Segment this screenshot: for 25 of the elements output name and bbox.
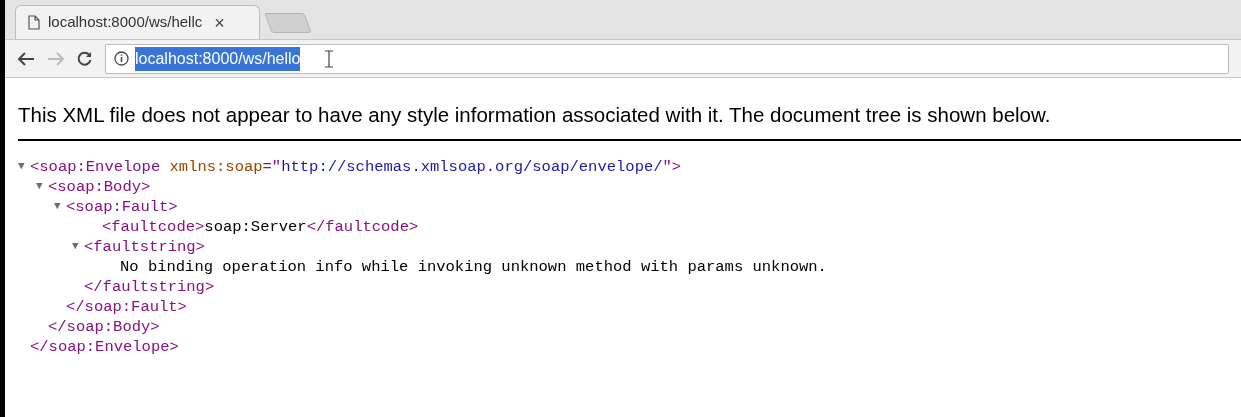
xml-tag-line: <soap:Fault> — [66, 196, 178, 217]
xml-tag-line: <soap:Body> — [48, 176, 151, 197]
collapse-toggle[interactable]: ▼ — [54, 201, 66, 213]
xml-tag-line: </soap:Body> — [48, 316, 160, 337]
xml-tag-line: </faultstring> — [84, 276, 215, 297]
collapse-toggle[interactable]: ▼ — [36, 181, 48, 193]
xml-tag-line: </soap:Fault> — [66, 296, 187, 317]
xml-tag-line: <soap:Envelope xmlns:soap="http://schemas.xmlsoap.org/soap/envelope/"> — [30, 156, 682, 177]
text-cursor-icon — [324, 49, 335, 68]
tab-title: localhost:8000/ws/hellc — [48, 12, 203, 33]
collapse-toggle[interactable]: ▼ — [72, 241, 84, 253]
text-content: No binding operation info while invoking unknown method with params unknown. — [120, 256, 827, 277]
collapse-toggle[interactable]: ▼ — [18, 161, 30, 173]
url-text: localhost:8000/ws/hello — [135, 46, 301, 71]
reload-icon[interactable] — [77, 50, 93, 67]
page-icon — [28, 15, 40, 30]
xml-tag-line: <faultcode>soap:Server</faultcode> — [102, 216, 419, 237]
browser-tab[interactable]: localhost:8000/ws/hellc × — [15, 5, 260, 39]
close-icon[interactable]: × — [214, 13, 225, 32]
back-icon[interactable] — [17, 50, 35, 67]
address-field[interactable]: localhost:8000/ws/hello — [105, 43, 1229, 74]
notice-text: This XML file does not appear to have any style information associated with it. The document tree is shown below. — [18, 102, 1052, 128]
xml-tag-line: </soap:Envelope> — [30, 336, 179, 357]
xml-tag-line: <faultstring> — [84, 236, 205, 257]
info-icon — [114, 51, 129, 66]
